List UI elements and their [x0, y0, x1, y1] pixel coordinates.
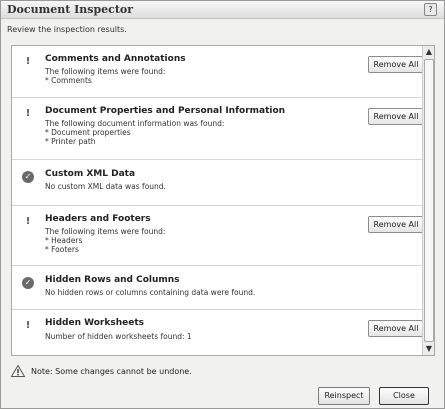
scroll-up-arrow-icon[interactable]: ▲ [423, 46, 434, 58]
result-item-document-properties: ! Document Properties and Personal Infor… [12, 98, 424, 160]
remove-all-headers-button[interactable]: Remove All [368, 216, 424, 233]
warning-exclamation-icon: ! [25, 320, 31, 331]
remove-all-worksheets-button[interactable]: Remove All [368, 320, 424, 337]
result-heading: Document Properties and Personal Informa… [45, 106, 286, 116]
footer-note: Note: Some changes cannot be undone. [31, 367, 192, 376]
result-detail: No custom XML data was found. [45, 182, 166, 191]
document-inspector-dialog: Document Inspector ? Review the inspecti… [0, 0, 445, 409]
close-button[interactable]: Close [379, 387, 429, 405]
inspection-results-panel: ! Comments and Annotations The following… [11, 45, 435, 356]
review-instructions: Review the inspection results. [7, 25, 127, 34]
result-detail: * Printer path [45, 137, 96, 146]
help-button[interactable]: ? [424, 3, 437, 16]
checkmark-circle-icon: ✓ [22, 277, 34, 289]
result-item-headers-footers: ! Headers and Footers The following item… [12, 206, 424, 266]
scroll-thumb[interactable] [424, 59, 434, 342]
vertical-scrollbar[interactable]: ▲ ▼ [422, 46, 434, 355]
result-item-comments: ! Comments and Annotations The following… [12, 46, 424, 98]
result-item-hidden-worksheets: ! Hidden Worksheets Number of hidden wor… [12, 310, 424, 355]
remove-all-properties-button[interactable]: Remove All [368, 108, 424, 125]
result-item-hidden-rows-columns: ✓ Hidden Rows and Columns No hidden rows… [12, 266, 422, 310]
checkmark-circle-icon: ✓ [22, 171, 34, 183]
dialog-title: Document Inspector [7, 3, 134, 16]
result-item-custom-xml: ✓ Custom XML Data No custom XML data was… [12, 160, 422, 206]
warning-exclamation-icon: ! [25, 216, 31, 227]
result-detail: * Comments [45, 76, 92, 85]
warning-exclamation-icon: ! [25, 108, 31, 119]
warning-exclamation-icon: ! [25, 56, 31, 67]
result-heading: Comments and Annotations [45, 54, 186, 64]
result-heading: Hidden Worksheets [45, 318, 144, 328]
scroll-down-arrow-icon[interactable]: ▼ [423, 343, 434, 355]
remove-all-comments-button[interactable]: Remove All [368, 56, 424, 73]
result-detail: The following items were found: [45, 67, 166, 76]
result-detail: The following document information was f… [45, 119, 225, 128]
result-detail: * Document properties [45, 128, 131, 137]
result-detail: * Footers [45, 245, 79, 254]
result-detail: No hidden rows or columns containing dat… [45, 288, 256, 297]
reinspect-button[interactable]: Reinspect [318, 387, 370, 405]
result-heading: Headers and Footers [45, 214, 151, 224]
result-detail: * Headers [45, 236, 83, 245]
result-heading: Hidden Rows and Columns [45, 275, 180, 285]
title-bar[interactable]: Document Inspector ? [1, 1, 444, 19]
warning-triangle-icon [11, 365, 25, 377]
result-detail: Number of hidden worksheets found: 1 [45, 332, 192, 341]
result-detail: The following items were found: [45, 227, 166, 236]
result-heading: Custom XML Data [45, 169, 136, 179]
